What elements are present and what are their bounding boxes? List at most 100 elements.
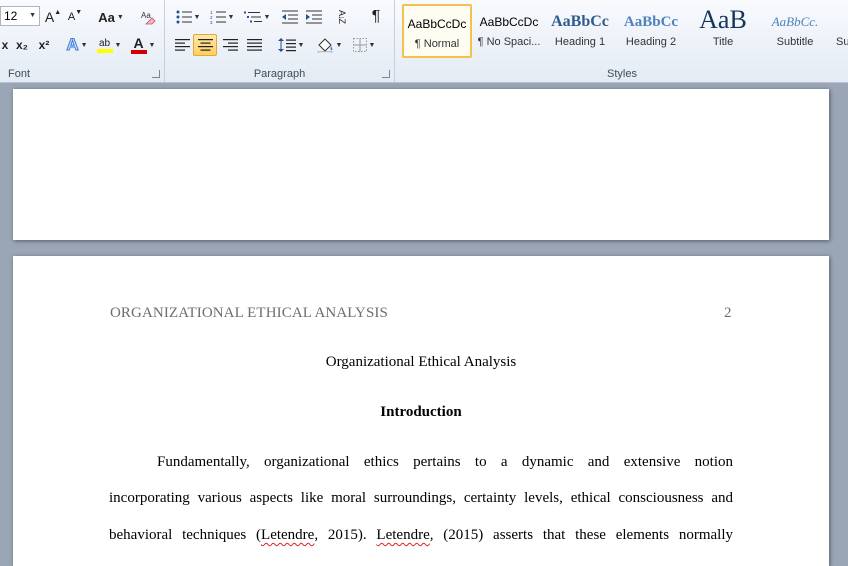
chevron-down-icon: ▼ <box>227 13 235 21</box>
ribbon: 12 ▼ A ▲ A ▼ Aa ▼ Aa x x₂ x² A ▼ ab ▼ A … <box>0 0 848 83</box>
subscript-button[interactable]: x₂ <box>12 34 32 56</box>
numbering-button[interactable]: 1 2 3 ▼ <box>207 6 237 28</box>
paint-bucket-icon <box>317 38 332 53</box>
decrease-indent-icon <box>282 10 298 24</box>
style-sample <box>832 4 848 36</box>
paragraph-line: incorporating various aspects like moral… <box>109 490 733 506</box>
chevron-down-icon: ▼ <box>263 13 271 21</box>
align-center-button[interactable] <box>193 34 217 56</box>
superscript-button[interactable]: x² <box>34 34 54 56</box>
decrease-indent-button[interactable] <box>279 6 301 28</box>
show-formatting-marks-button[interactable]: ¶ <box>365 6 387 28</box>
borders-icon <box>352 38 367 52</box>
shrink-arrow-icon: ▼ <box>75 8 83 16</box>
font-color-bar <box>130 50 147 54</box>
svg-text:Aa: Aa <box>141 11 151 20</box>
bold-partial-button[interactable]: x <box>0 34 10 56</box>
text-run: , 2015). <box>314 527 377 543</box>
align-center-icon <box>197 39 213 51</box>
text-run: , (2015) asserts that these elements nor… <box>429 527 733 543</box>
text-effects-button[interactable]: A ▼ <box>62 34 92 56</box>
shading-button[interactable]: ▼ <box>313 34 345 56</box>
chevron-down-icon: ▼ <box>193 13 201 21</box>
style-heading-1[interactable]: AaBbCc Heading 1 <box>546 4 614 58</box>
multilevel-list-icon <box>243 11 262 23</box>
highlight-button[interactable]: ab ▼ <box>94 34 124 56</box>
style-sample: AaBbCc. <box>771 14 819 29</box>
sort-icon: A↓Z <box>337 10 347 24</box>
style-heading-2[interactable]: AaBbCc Heading 2 <box>616 4 686 58</box>
style-sample: AaBbCc <box>551 13 609 30</box>
numbering-icon: 1 2 3 <box>210 10 226 24</box>
style-subtle-emphasis[interactable]: Su <box>832 4 848 58</box>
chevron-down-icon: ▼ <box>80 41 88 49</box>
running-header: ORGANIZATIONAL ETHICAL ANALYSIS <box>110 305 388 321</box>
paragraph-line: behavioral techniques (Letendre, 2015). … <box>109 527 733 544</box>
justify-button[interactable] <box>243 34 265 56</box>
change-case-button[interactable]: Aa ▼ <box>96 6 126 28</box>
align-right-button[interactable] <box>219 34 241 56</box>
chevron-down-icon: ▼ <box>148 41 156 49</box>
styles-gallery: AaBbCcDc ¶ Normal AaBbCcDc ¶ No Spaci...… <box>398 2 848 60</box>
borders-button[interactable]: ▼ <box>349 34 379 56</box>
document-page-2[interactable]: ORGANIZATIONAL ETHICAL ANALYSIS 2 Organi… <box>13 256 829 566</box>
paragraph-dialog-launcher-icon[interactable] <box>382 70 390 78</box>
increase-indent-icon <box>306 10 322 24</box>
line-spacing-button[interactable]: ▼ <box>275 34 307 56</box>
page-number: 2 <box>724 305 732 321</box>
chevron-down-icon: ▼ <box>368 41 376 49</box>
text-effects-icon: A <box>66 35 79 55</box>
font-dialog-launcher-icon[interactable] <box>152 70 160 78</box>
style-no-spacing[interactable]: AaBbCcDc ¶ No Spaci... <box>474 4 544 58</box>
align-left-button[interactable] <box>171 34 193 56</box>
clear-formatting-button[interactable]: Aa <box>138 6 160 28</box>
misspelled-word: Letendre <box>376 527 430 543</box>
style-name: Heading 2 <box>625 36 677 48</box>
chevron-down-icon: ▼ <box>29 12 36 19</box>
bullets-icon <box>176 10 192 24</box>
font-size-box[interactable]: 12 ▼ <box>0 6 40 26</box>
misspelled-word: Letendre <box>261 527 315 543</box>
clear-formatting-icon: Aa <box>141 11 156 25</box>
align-left-icon <box>174 39 190 51</box>
font-color-button[interactable]: A ▼ <box>128 34 158 56</box>
align-right-icon <box>222 39 238 51</box>
bullets-button[interactable]: ▼ <box>173 6 203 28</box>
styles-group-label: Styles <box>607 68 637 80</box>
chevron-down-icon: ▼ <box>335 41 343 49</box>
style-name: Su <box>836 36 848 48</box>
style-name: ¶ Normal <box>414 38 460 50</box>
chevron-down-icon: ▼ <box>114 41 122 49</box>
style-sample: AaBbCcDc <box>407 17 467 31</box>
increase-indent-button[interactable] <box>303 6 325 28</box>
style-title[interactable]: AaB Title <box>688 4 758 58</box>
chevron-down-icon: ▼ <box>116 13 124 21</box>
svg-text:3: 3 <box>210 20 213 24</box>
document-title: Organizational Ethical Analysis <box>325 354 517 370</box>
paragraph-group: ▼ 1 2 3 ▼ ▼ A↓Z ¶ ▼ ▼ ▼ Paragraph <box>165 0 395 82</box>
style-sample: AaB <box>699 5 747 34</box>
justify-icon <box>246 39 262 51</box>
font-size-value: 12 <box>4 9 18 23</box>
grow-arrow-icon: ▲ <box>54 8 62 16</box>
highlighter-icon: ab <box>98 37 111 49</box>
text-run: behavioral techniques ( <box>109 527 262 543</box>
style-name: Heading 1 <box>554 36 606 48</box>
document-page-1[interactable] <box>13 89 829 240</box>
font-color-icon: A <box>133 35 144 51</box>
style-sample: AaBbCcDc <box>479 15 539 29</box>
pilcrow-icon: ¶ <box>371 8 381 25</box>
style-sample: AaBbCc <box>623 14 679 30</box>
grow-font-button[interactable]: A ▲ <box>44 6 62 28</box>
style-name: ¶ No Spaci... <box>477 36 541 48</box>
shrink-font-button[interactable]: A ▼ <box>66 6 84 28</box>
multilevel-list-button[interactable]: ▼ <box>241 6 273 28</box>
font-group-label: Font <box>8 68 31 80</box>
chevron-down-icon: ▼ <box>297 41 305 49</box>
highlight-color-bar <box>96 48 113 53</box>
style-normal[interactable]: AaBbCcDc ¶ Normal <box>402 4 472 58</box>
paragraph-line: Fundamentally, organizational ethics per… <box>157 454 733 470</box>
sort-button[interactable]: A↓Z <box>331 6 353 28</box>
style-subtitle[interactable]: AaBbCc. Subtitle <box>760 4 830 58</box>
line-spacing-icon <box>277 38 296 52</box>
